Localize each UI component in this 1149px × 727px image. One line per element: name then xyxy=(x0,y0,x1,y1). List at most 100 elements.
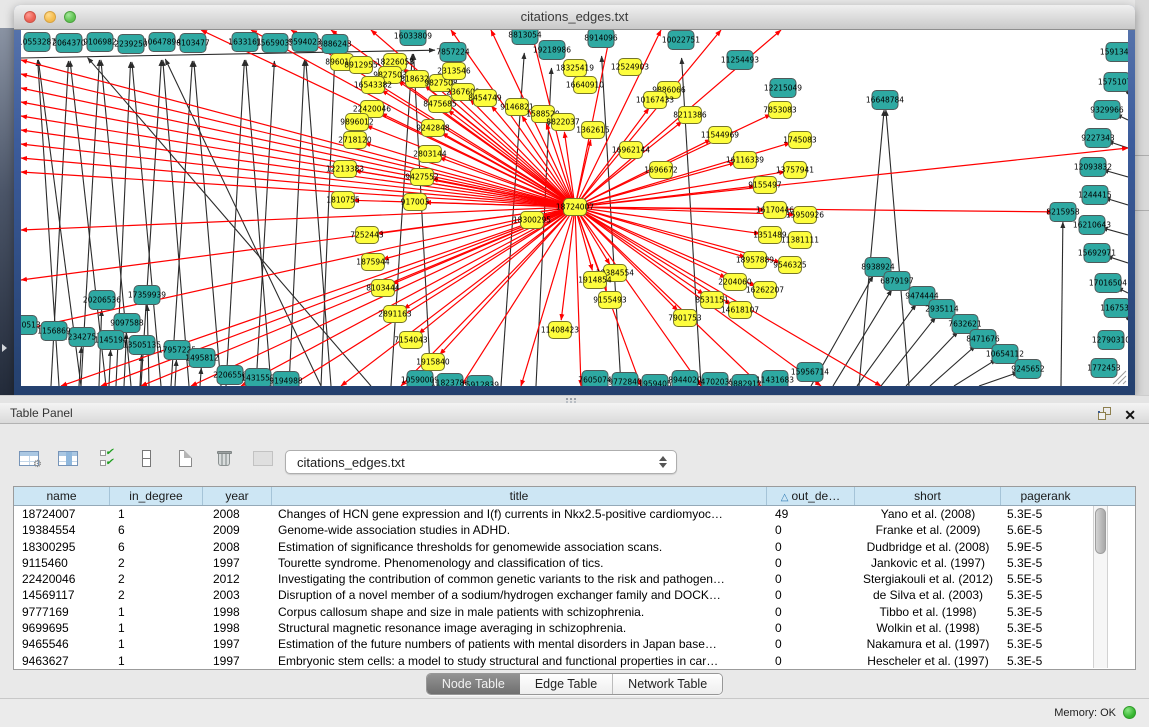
cell-short[interactable]: Tibbo et al. (1998) xyxy=(855,604,1001,620)
cell-short[interactable]: Dudbridge et al. (2008) xyxy=(855,539,1001,555)
cell-in_degree[interactable]: 6 xyxy=(110,539,203,555)
graph-node[interactable]: 1244415 xyxy=(1078,186,1112,205)
cell-name[interactable]: 22420046 xyxy=(14,571,110,587)
cell-name[interactable]: 18300295 xyxy=(14,539,110,555)
cell-pagerank[interactable]: 5.3E-5 xyxy=(1001,653,1090,669)
cell-title[interactable]: Structural magnetic resonance image aver… xyxy=(272,620,767,636)
cell-in_degree[interactable]: 1 xyxy=(110,653,203,669)
column-header-in-degree[interactable]: in_degree xyxy=(110,487,203,505)
graph-node[interactable]: 12213383 xyxy=(326,161,364,178)
graph-node[interactable]: 11544969 xyxy=(701,127,739,144)
cell-in_degree[interactable]: 1 xyxy=(110,506,203,522)
table-row[interactable]: 1830029562008Estimation of significance … xyxy=(14,539,1135,555)
graph-node[interactable]: 12790310 xyxy=(1092,331,1128,350)
table-row[interactable]: 946554611997Estimation of the future num… xyxy=(14,636,1135,652)
cell-name[interactable]: 9465546 xyxy=(14,636,110,652)
new-column-icon[interactable] xyxy=(172,445,198,471)
splitter-collapse-arrow[interactable] xyxy=(2,344,7,352)
graph-node[interactable]: 18957889 xyxy=(736,252,774,269)
graph-node[interactable]: 17359939 xyxy=(128,286,166,305)
cell-short[interactable]: de Silva et al. (2003) xyxy=(855,587,1001,603)
cell-pagerank[interactable]: 5.3E-5 xyxy=(1001,636,1090,652)
cell-title[interactable]: Estimation of the future numbers of pati… xyxy=(272,636,767,652)
table-mode-icon[interactable] xyxy=(133,445,159,471)
cell-year[interactable]: 2012 xyxy=(203,571,272,587)
table-row[interactable]: 1872400712008Changes of HCN gene express… xyxy=(14,506,1135,522)
graph-node[interactable]: 1745083 xyxy=(783,132,817,149)
cell-short[interactable]: Yano et al. (2008) xyxy=(855,506,1001,522)
graph-node[interactable]: 917003 xyxy=(401,194,430,211)
table-row[interactable]: 1456911722003Disruption of a novel membe… xyxy=(14,587,1135,603)
graph-node[interactable]: 12524903 xyxy=(611,59,649,76)
graph-node[interactable]: 9106982 xyxy=(83,33,117,52)
graph-node[interactable]: 9097588 xyxy=(110,314,144,333)
delete-column-icon[interactable] xyxy=(211,445,237,471)
cell-title[interactable]: Corpus callosum shape and size in male p… xyxy=(272,604,767,620)
column-visibility-icon[interactable] xyxy=(55,445,81,471)
cell-name[interactable]: 18724007 xyxy=(14,506,110,522)
column-header-out-degree[interactable]: △out_de… xyxy=(767,487,855,505)
cell-out_degree[interactable]: 0 xyxy=(767,587,855,603)
network-canvas[interactable]: 1055328720643709106982223925010647894810… xyxy=(21,30,1128,386)
cell-out_degree[interactable]: 49 xyxy=(767,506,855,522)
graph-node[interactable]: 8215958 xyxy=(1046,203,1080,222)
cell-year[interactable]: 1998 xyxy=(203,604,272,620)
cell-name[interactable]: 9777169 xyxy=(14,604,110,620)
cell-title[interactable]: Estimation of significance thresholds fo… xyxy=(272,539,767,555)
close-panel-icon[interactable]: ✕ xyxy=(1124,405,1136,425)
memory-indicator[interactable]: Memory: OK xyxy=(1054,706,1136,719)
cell-out_degree[interactable]: 0 xyxy=(767,571,855,587)
table-settings-icon[interactable]: ⚙ xyxy=(16,445,42,471)
graph-node[interactable]: 15956714 xyxy=(791,363,829,382)
close-button[interactable] xyxy=(24,11,36,23)
cell-short[interactable]: Wolkin et al. (1998) xyxy=(855,620,1001,636)
graph-node[interactable]: 1495812 xyxy=(185,349,219,368)
cell-short[interactable]: Stergiakouli et al. (2012) xyxy=(855,571,1001,587)
cell-pagerank[interactable]: 5.9E-5 xyxy=(1001,539,1090,555)
table-row[interactable]: 946362711997Embryonic stem cells: a mode… xyxy=(14,653,1135,669)
graph-node[interactable]: 1362615 xyxy=(576,122,610,139)
panel-splitter[interactable] xyxy=(0,395,1149,403)
table-row[interactable]: 1938455462009Genome-wide association stu… xyxy=(14,522,1135,538)
graph-node[interactable]: 18325419 xyxy=(556,60,594,77)
cell-short[interactable]: Jankovic et al. (1997) xyxy=(855,555,1001,571)
graph-node[interactable]: 12093832 xyxy=(1074,158,1112,177)
graph-node[interactable]: 9886243 xyxy=(318,35,352,54)
graph-node[interactable]: 9772840 xyxy=(608,373,642,387)
graph-node[interactable]: 19218986 xyxy=(533,41,571,60)
column-header-year[interactable]: year xyxy=(203,487,272,505)
table-row[interactable]: 2242004622012Investigating the contribut… xyxy=(14,571,1135,587)
table-select-dropdown[interactable]: citations_edges.txt xyxy=(285,450,677,474)
cell-in_degree[interactable]: 2 xyxy=(110,587,203,603)
graph-node[interactable]: 9194988 xyxy=(269,372,303,387)
scrollbar-thumb[interactable] xyxy=(1095,508,1106,554)
graph-node[interactable]: 20206536 xyxy=(83,291,121,310)
cell-title[interactable]: Changes of HCN gene expression and I(f) … xyxy=(272,506,767,522)
graph-node[interactable]: 1167534 xyxy=(1100,299,1128,318)
tab-edge-table[interactable]: Edge Table xyxy=(520,674,612,694)
cell-out_degree[interactable]: 0 xyxy=(767,653,855,669)
cell-year[interactable]: 1997 xyxy=(203,653,272,669)
graph-node[interactable]: 15751074 xyxy=(1098,73,1128,92)
table-row[interactable]: 911546021997Tourette syndrome. Phenomeno… xyxy=(14,555,1135,571)
graph-node[interactable]: 8211386 xyxy=(673,107,707,124)
column-header-pagerank[interactable]: pagerank xyxy=(1001,487,1090,505)
cell-title[interactable]: Tourette syndrome. Phenomenology and cla… xyxy=(272,555,767,571)
row-selection-icon[interactable]: ✔✔ xyxy=(94,445,120,471)
cell-in_degree[interactable]: 2 xyxy=(110,571,203,587)
graph-node[interactable]: 6879197 xyxy=(880,272,914,291)
graph-node[interactable]: 7857224 xyxy=(436,43,470,62)
cell-name[interactable]: 9463627 xyxy=(14,653,110,669)
cell-year[interactable]: 2003 xyxy=(203,587,272,603)
graph-node[interactable]: 2064370 xyxy=(52,34,86,53)
cell-title[interactable]: Investigating the contribution of common… xyxy=(272,571,767,587)
cell-year[interactable]: 1997 xyxy=(203,555,272,571)
cell-name[interactable]: 14569117 xyxy=(14,587,110,603)
cell-year[interactable]: 2008 xyxy=(203,539,272,555)
cell-pagerank[interactable]: 5.3E-5 xyxy=(1001,604,1090,620)
cell-out_degree[interactable]: 0 xyxy=(767,604,855,620)
graph-node[interactable]: 8914096 xyxy=(584,30,618,48)
graph-node[interactable]: 16116339 xyxy=(726,152,764,169)
cell-out_degree[interactable]: 0 xyxy=(767,539,855,555)
tab-node-table[interactable]: Node Table xyxy=(427,674,520,694)
